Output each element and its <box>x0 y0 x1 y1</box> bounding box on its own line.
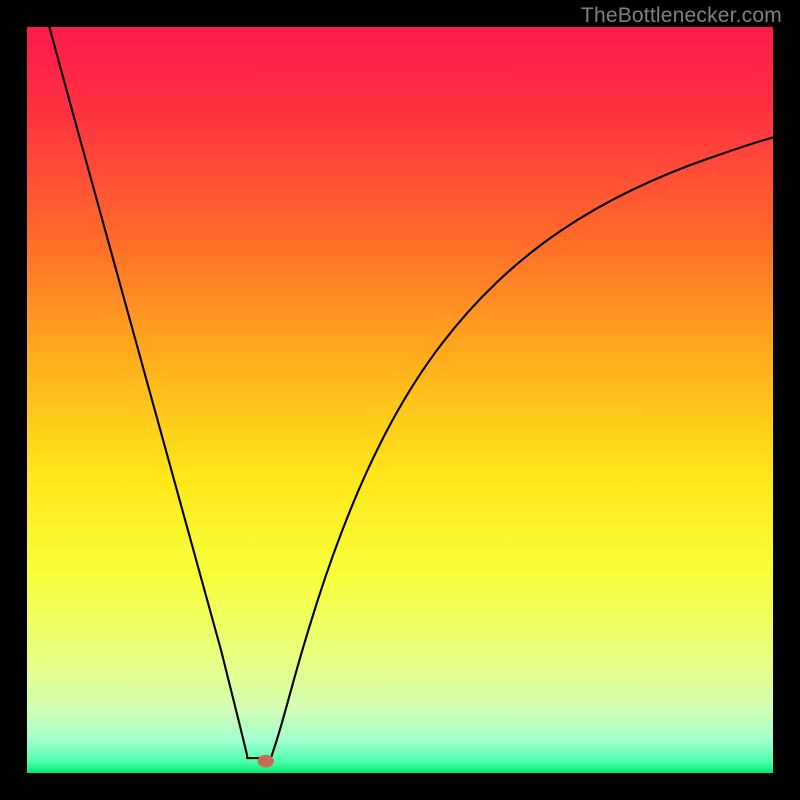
bottleneck-curve-chart <box>27 27 773 773</box>
optimal-point-marker <box>258 755 274 768</box>
watermark-text: TheBottlenecker.com <box>581 4 782 28</box>
gradient-background <box>27 27 773 773</box>
chart-frame: TheBottlenecker.com <box>0 0 800 800</box>
plot-area <box>27 27 773 773</box>
